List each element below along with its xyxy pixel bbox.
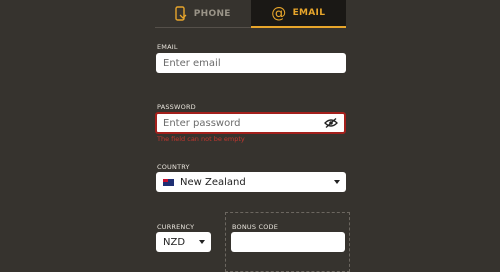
phone-icon [175, 5, 187, 22]
email-placeholder: Enter email [163, 57, 221, 69]
chevron-down-icon [199, 240, 205, 244]
email-label: EMAIL [157, 43, 178, 51]
currency-select[interactable]: NZD [156, 232, 211, 252]
password-placeholder: Enter password [163, 117, 241, 129]
tab-email[interactable]: @ EMAIL [250, 0, 346, 28]
password-label: PASSWORD [157, 103, 196, 111]
signup-method-tabs: PHONE @ EMAIL [155, 0, 346, 28]
tab-email-label: EMAIL [292, 8, 326, 18]
tab-phone[interactable]: PHONE [155, 0, 251, 28]
password-field[interactable]: Enter password [155, 112, 346, 134]
tab-phone-label: PHONE [193, 8, 231, 19]
nz-flag-icon [163, 178, 174, 186]
password-error: The field can not be empty [157, 135, 245, 143]
country-label: COUNTRY [157, 163, 190, 171]
country-value: New Zealand [180, 176, 246, 188]
country-select[interactable]: New Zealand [156, 172, 346, 192]
bonus-code-label: BONUS CODE [232, 223, 279, 231]
chevron-down-icon [334, 180, 340, 184]
email-field[interactable]: Enter email [156, 53, 346, 73]
currency-label: CURRENCY [157, 223, 195, 231]
hide-password-icon[interactable] [324, 118, 338, 131]
bonus-code-input[interactable] [231, 232, 345, 252]
at-sign-icon: @ [271, 4, 287, 22]
currency-value: NZD [163, 236, 186, 248]
